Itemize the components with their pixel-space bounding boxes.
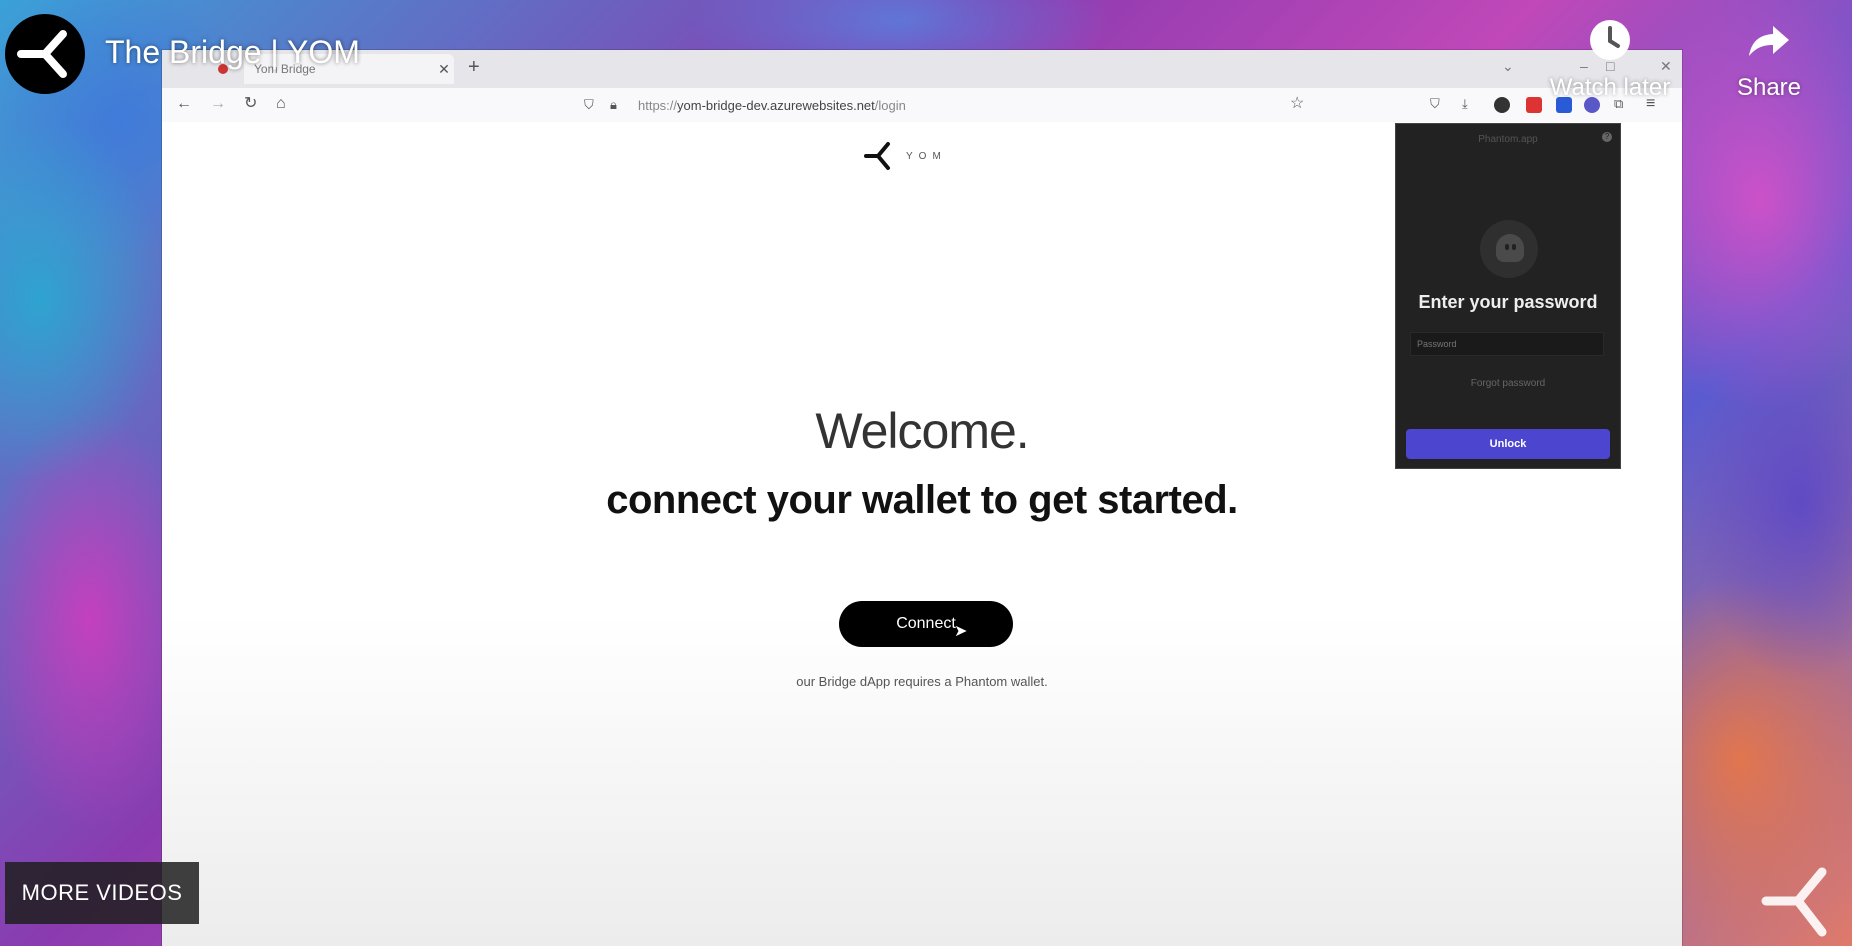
yom-logo: YOM xyxy=(862,140,947,172)
tab-strip: Yom Bridge ✕ + ⌄ – □ ✕ xyxy=(162,50,1682,88)
yom-mark-icon xyxy=(1761,867,1827,937)
forward-icon[interactable]: → xyxy=(210,96,226,112)
watch-later-label: Watch later xyxy=(1549,74,1671,101)
password-field[interactable] xyxy=(1410,332,1604,356)
channel-watermark[interactable] xyxy=(1760,862,1832,945)
close-tab-icon[interactable]: ✕ xyxy=(434,61,454,78)
channel-avatar[interactable] xyxy=(5,14,85,94)
logo-wordmark: YOM xyxy=(906,150,947,162)
phantom-requirement-note: our Bridge dApp requires a Phantom walle… xyxy=(796,674,1048,689)
download-icon[interactable]: ⤓ xyxy=(1462,96,1468,112)
reload-icon[interactable]: ↻ xyxy=(244,96,257,112)
browser-window: Yom Bridge ✕ + ⌄ – □ ✕ ← → ↻ ⌂ ⛉ 🔒︎ http… xyxy=(162,50,1682,946)
pocket-icon[interactable]: ⛉ xyxy=(1430,96,1440,112)
connect-button[interactable]: Connect xyxy=(839,601,1013,647)
help-icon[interactable]: ? xyxy=(1602,132,1612,142)
connect-subheading: connect your wallet to get started. xyxy=(606,478,1238,522)
phantom-title: Phantom.app xyxy=(1478,134,1538,145)
password-heading: Enter your password xyxy=(1418,292,1598,312)
forgot-password-link[interactable]: Forgot password xyxy=(1396,378,1620,389)
navigation-bar: ← → ↻ ⌂ ⛉ 🔒︎ https://yom-bridge-dev.azur… xyxy=(162,88,1682,123)
tab-list-chevron-icon[interactable]: ⌄ xyxy=(1502,58,1514,75)
bookmark-star-icon[interactable]: ☆ xyxy=(1290,96,1304,112)
yom-mark-icon xyxy=(864,142,890,170)
phantom-popup: Phantom.app ? Enter your password Forgot… xyxy=(1395,123,1621,469)
more-videos-button[interactable]: MORE VIDEOS xyxy=(5,862,199,924)
watch-later-button[interactable]: Watch later xyxy=(1530,18,1690,102)
share-arrow-icon xyxy=(1749,26,1789,56)
home-icon[interactable]: ⌂ xyxy=(276,96,286,112)
lock-icon: 🔒︎ xyxy=(610,97,617,112)
new-tab-icon[interactable]: + xyxy=(468,56,480,79)
share-button[interactable]: Share xyxy=(1724,18,1814,102)
video-title[interactable]: The Bridge | YOM xyxy=(105,34,360,71)
mouse-cursor-icon: ➤ xyxy=(954,623,968,640)
address-bar[interactable]: ⛉ 🔒︎ https://yom-bridge-dev.azurewebsite… xyxy=(422,93,1482,117)
share-label: Share xyxy=(1736,74,1802,101)
yom-mark-icon xyxy=(17,30,67,78)
extension-icon[interactable] xyxy=(1494,97,1510,113)
phantom-ghost-icon xyxy=(1480,220,1538,278)
back-icon[interactable]: ← xyxy=(176,96,192,112)
shield-icon: ⛉ xyxy=(584,97,594,112)
unlock-button[interactable]: Unlock xyxy=(1406,429,1610,459)
clock-icon xyxy=(1590,20,1630,60)
url-text: https://yom-bridge-dev.azurewebsites.net… xyxy=(638,97,906,113)
